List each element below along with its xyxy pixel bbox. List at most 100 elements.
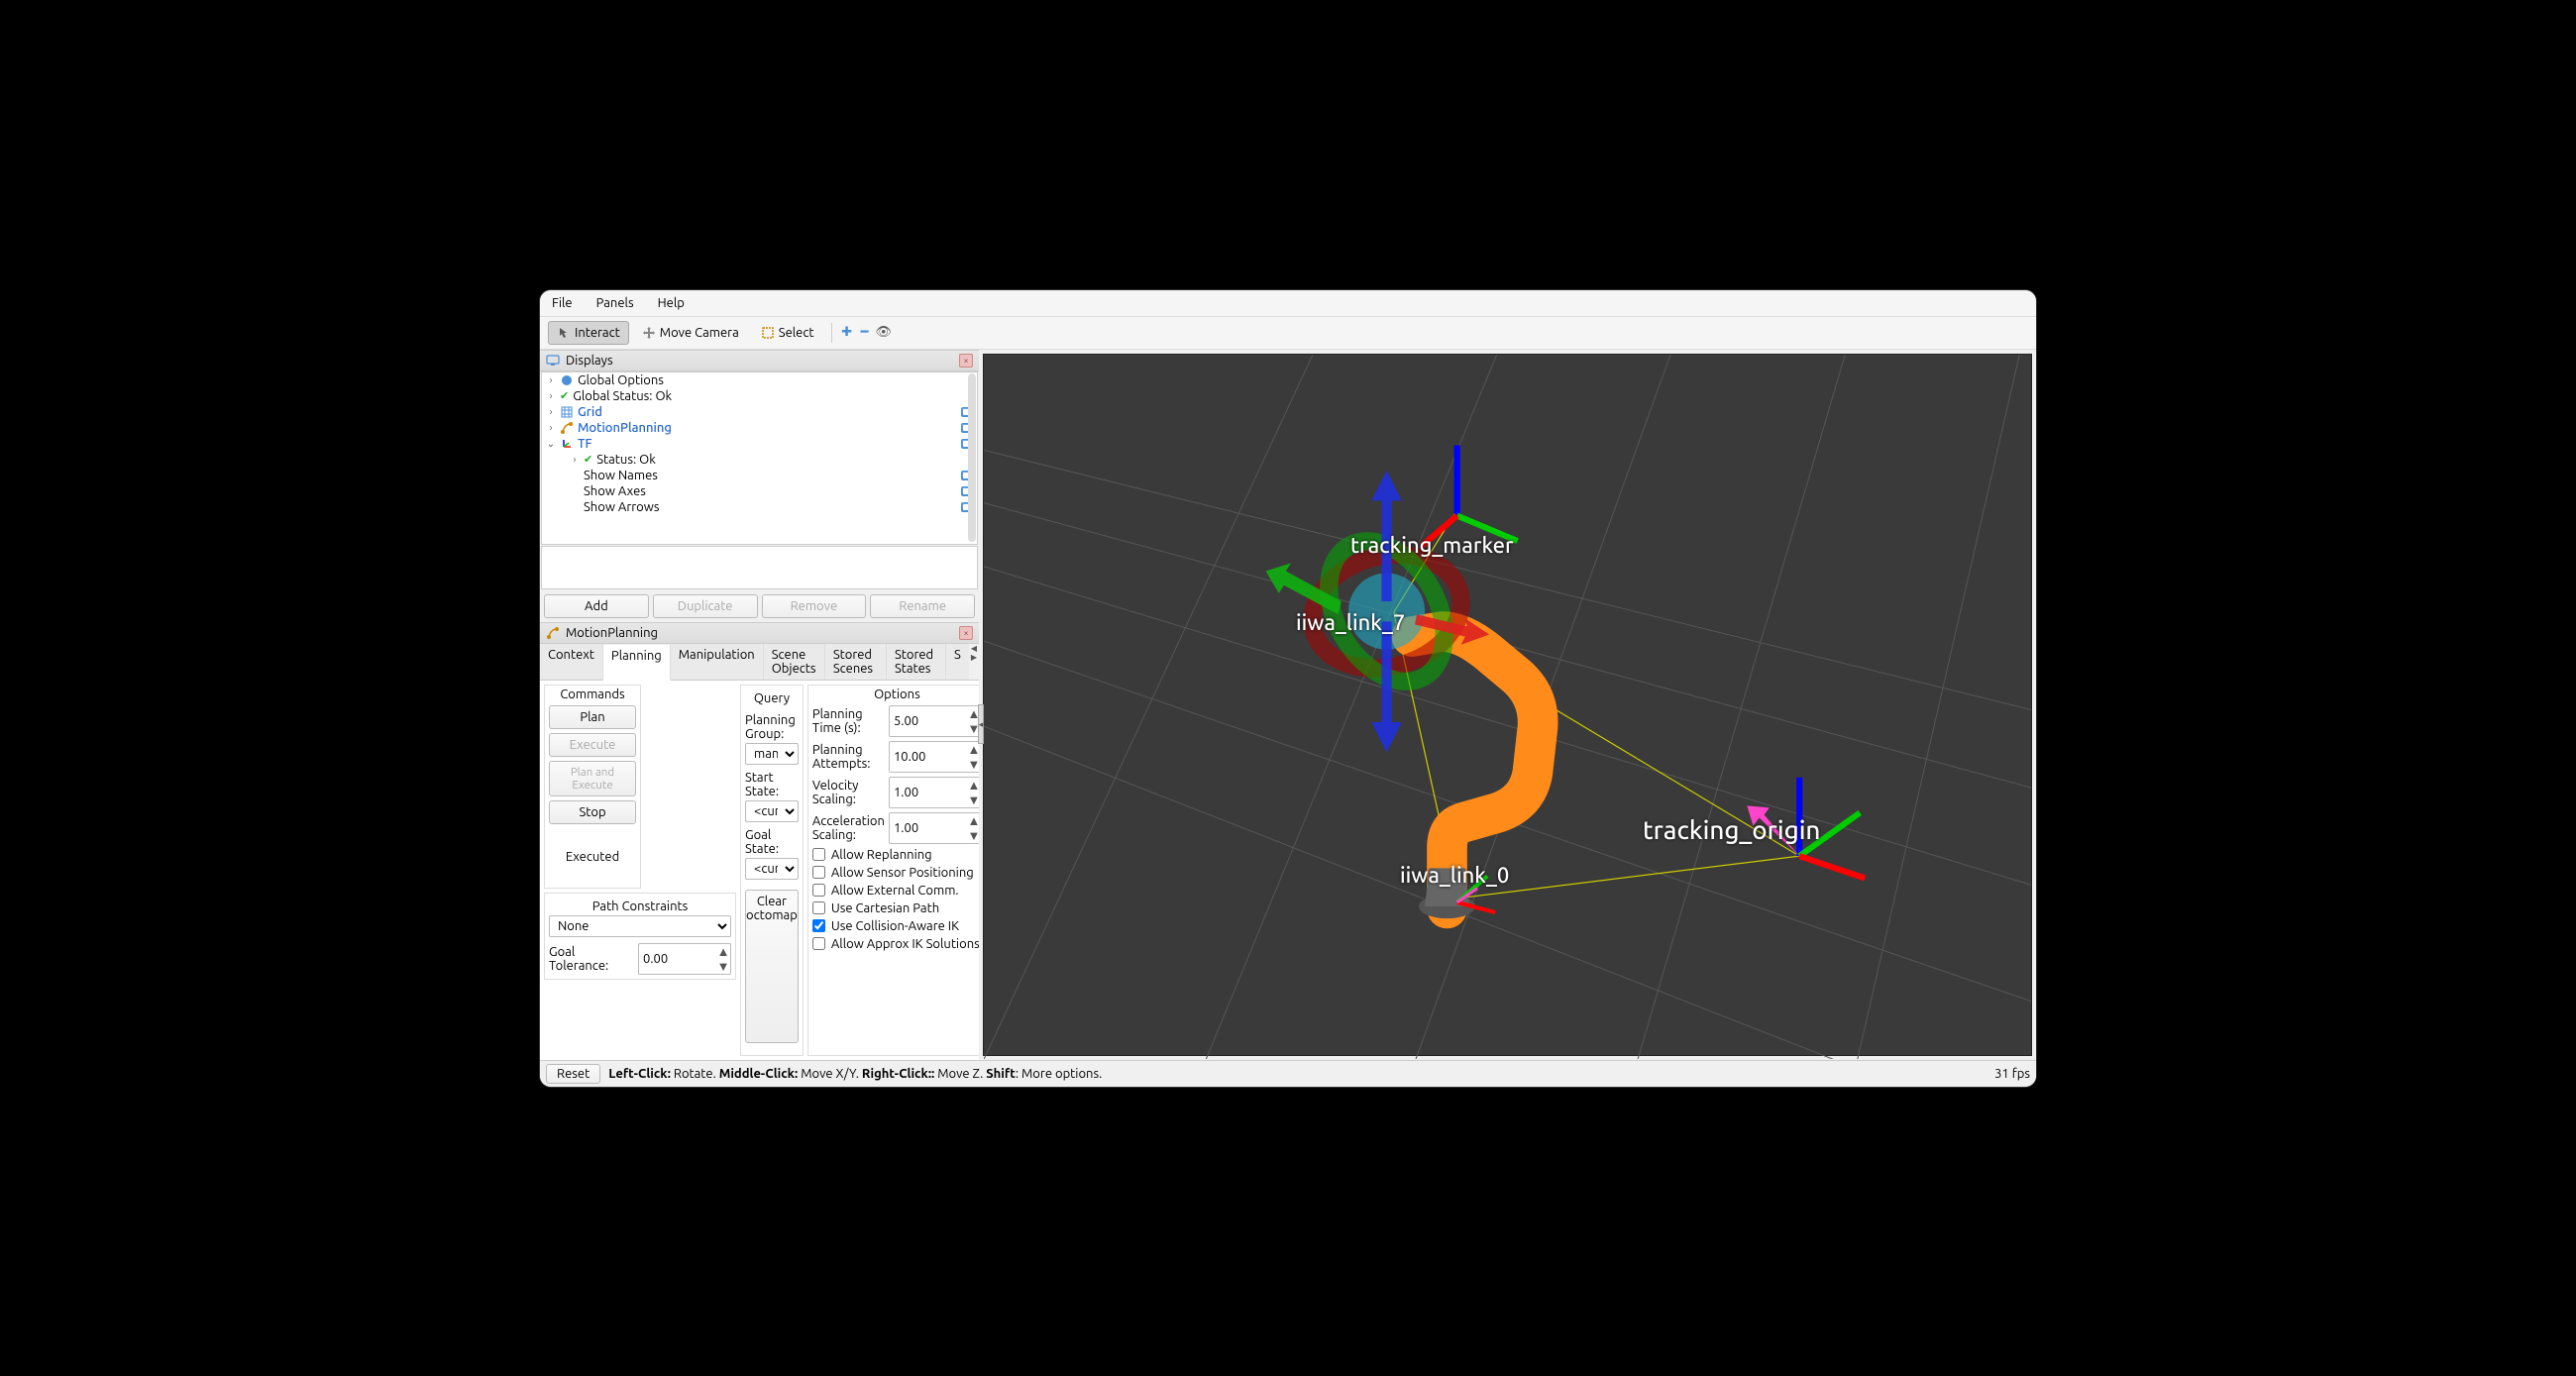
tab-planning[interactable]: Planning	[603, 645, 671, 681]
expand-arrow-icon[interactable]: ›	[546, 422, 556, 433]
tabs-scroll-icon[interactable]: ◀▶	[969, 644, 979, 680]
planning-time-input[interactable]	[890, 712, 967, 730]
status-hints: Left-Click: Rotate. Middle-Click: Move X…	[608, 1067, 1986, 1081]
toolbar: Interact Move Camera Select ✚ ━ 👁	[540, 317, 2036, 350]
velocity-scaling-input[interactable]	[890, 784, 967, 801]
approx-ik-label: Allow Approx IK Solutions	[831, 937, 979, 951]
allow-sensor-checkbox[interactable]	[812, 866, 825, 879]
fps-counter: 31 fps	[1994, 1067, 2030, 1081]
velocity-scaling-spinbox[interactable]: ▲▼	[889, 777, 979, 808]
expand-arrow-icon[interactable]: ›	[546, 390, 556, 401]
planning-attempts-label: Planning Attempts:	[812, 743, 885, 771]
mp-close-icon[interactable]: ×	[959, 626, 973, 640]
status-ok-icon: ✔	[560, 389, 569, 402]
goal-state-select[interactable]: <current>	[745, 858, 799, 880]
left-panel: Displays × › Global Options › ✔ Global S…	[540, 350, 979, 1060]
tab-manipulation[interactable]: Manipulation	[671, 644, 764, 680]
approx-ik-checkbox[interactable]	[812, 937, 825, 950]
tool-move-camera[interactable]: Move Camera	[633, 321, 748, 345]
expand-arrow-icon[interactable]: ›	[570, 454, 580, 465]
displays-scrollbar[interactable]	[968, 373, 976, 542]
goal-tolerance-spinbox[interactable]: ▲▼	[638, 943, 731, 975]
toolbar-separator	[831, 323, 832, 343]
tool-select[interactable]: Select	[752, 321, 823, 345]
planning-attempts-input[interactable]	[890, 748, 967, 766]
tab-more[interactable]: S	[946, 644, 969, 680]
expand-arrow-icon[interactable]: ›	[546, 374, 556, 385]
grid-icon	[560, 405, 574, 419]
tree-show-arrows[interactable]: Show Arrows	[584, 500, 955, 514]
menu-help[interactable]: Help	[654, 294, 689, 312]
goal-state-label: Goal State:	[745, 828, 799, 856]
executed-label: Executed	[549, 850, 636, 864]
tab-stored-scenes[interactable]: Stored Scenes	[825, 644, 887, 680]
mp-panel: Context Planning Manipulation Scene Obje…	[540, 644, 979, 1060]
path-constraints-section: Path Constraints None Goal Tolerance: ▲▼	[544, 893, 736, 980]
3d-viewport[interactable]: ◂	[983, 354, 2032, 1056]
tree-show-axes[interactable]: Show Axes	[584, 484, 955, 498]
tool-select-label: Select	[779, 326, 814, 340]
tool-interact[interactable]: Interact	[548, 321, 629, 345]
menu-file[interactable]: File	[548, 294, 577, 312]
add-tool-icon[interactable]: ✚	[840, 325, 854, 340]
mp-panel-title: MotionPlanning	[566, 626, 953, 640]
execute-button[interactable]: Execute	[549, 733, 636, 757]
expand-arrow-icon[interactable]: ›	[546, 406, 556, 417]
tool-move-camera-label: Move Camera	[660, 326, 739, 340]
plan-and-execute-button[interactable]: Plan and Execute	[549, 761, 636, 796]
tree-motionplanning[interactable]: MotionPlanning	[578, 421, 955, 435]
accel-scaling-spinbox[interactable]: ▲▼	[889, 812, 979, 844]
path-constraints-select[interactable]: None	[549, 915, 731, 937]
goal-tolerance-input[interactable]	[639, 950, 716, 968]
accel-scaling-label: Acceleration Scaling:	[812, 814, 885, 842]
tree-tf-status[interactable]: Status: Ok	[596, 453, 973, 467]
displays-tree[interactable]: › Global Options › ✔ Global Status: Ok ›…	[541, 371, 978, 545]
displays-close-icon[interactable]: ×	[959, 354, 973, 368]
stop-button[interactable]: Stop	[549, 800, 636, 824]
add-button[interactable]: Add	[544, 594, 649, 618]
reset-button[interactable]: Reset	[546, 1064, 600, 1084]
menu-panels[interactable]: Panels	[592, 294, 638, 312]
select-icon	[761, 326, 775, 340]
planning-attempts-spinbox[interactable]: ▲▼	[889, 741, 979, 773]
tree-global-options[interactable]: Global Options	[578, 373, 973, 387]
query-title: Query	[745, 689, 799, 707]
frame-tracking-origin	[1747, 777, 1865, 878]
rename-button[interactable]: Rename	[870, 594, 975, 618]
accel-scaling-input[interactable]	[890, 819, 967, 837]
move-camera-icon	[642, 326, 656, 340]
tree-grid[interactable]: Grid	[578, 405, 955, 419]
collision-ik-checkbox[interactable]	[812, 919, 825, 932]
tree-show-names[interactable]: Show Names	[584, 469, 955, 482]
collision-ik-label: Use Collision-Aware IK	[831, 919, 959, 933]
duplicate-button[interactable]: Duplicate	[653, 594, 758, 618]
menubar: File Panels Help	[540, 290, 2036, 317]
planning-time-label: Planning Time (s):	[812, 707, 885, 735]
focus-icon[interactable]: 👁	[876, 325, 890, 340]
collapse-arrow-icon[interactable]: ⌄	[546, 438, 556, 450]
remove-button[interactable]: Remove	[762, 594, 867, 618]
options-column: Options Planning Time (s):▲▼ Planning At…	[807, 685, 979, 1056]
remove-tool-icon[interactable]: ━	[858, 325, 872, 340]
tab-context[interactable]: Context	[540, 644, 603, 680]
plan-button[interactable]: Plan	[549, 705, 636, 729]
displays-icon	[546, 354, 560, 368]
planning-time-spinbox[interactable]: ▲▼	[889, 705, 979, 737]
allow-external-label: Allow External Comm.	[831, 884, 959, 898]
tree-tf[interactable]: TF	[578, 437, 955, 451]
allow-external-checkbox[interactable]	[812, 884, 825, 897]
options-title: Options	[808, 686, 979, 703]
planning-tab-body: Commands Plan Execute Plan and Execute S…	[540, 681, 979, 1060]
tab-stored-states[interactable]: Stored States	[887, 644, 946, 680]
cartesian-checkbox[interactable]	[812, 901, 825, 914]
tab-scene-objects[interactable]: Scene Objects	[764, 644, 825, 680]
allow-replanning-label: Allow Replanning	[831, 848, 932, 862]
statusbar: Reset Left-Click: Rotate. Middle-Click: …	[540, 1060, 2036, 1087]
tree-global-status[interactable]: Global Status: Ok	[573, 389, 973, 403]
clear-octomap-button[interactable]: Clear octomap	[745, 890, 799, 1043]
allow-replanning-checkbox[interactable]	[812, 848, 825, 861]
mp-panel-header: MotionPlanning ×	[540, 622, 979, 644]
tool-interact-label: Interact	[575, 326, 620, 340]
planning-group-select[interactable]: manipulator	[745, 743, 799, 765]
start-state-select[interactable]: <current>	[745, 800, 799, 822]
